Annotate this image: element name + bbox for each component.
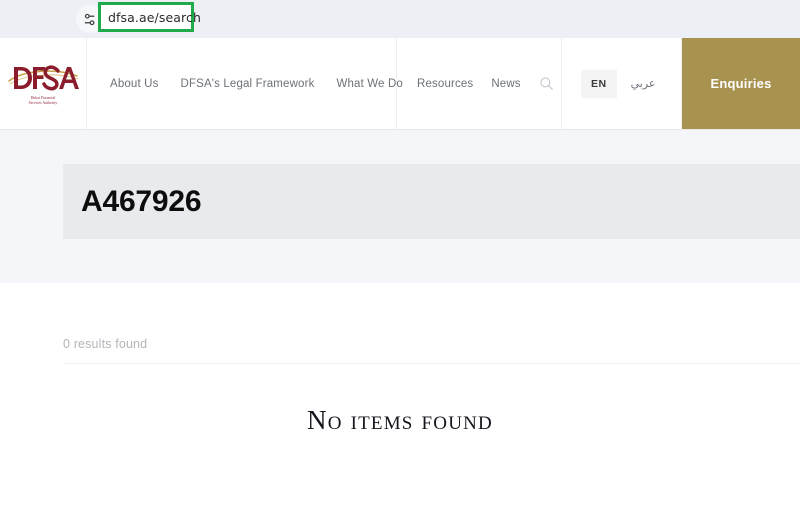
enquiries-button[interactable]: Enquiries — [682, 38, 800, 129]
search-query-band: A467926 — [63, 164, 800, 239]
language-switcher: EN عربي — [562, 38, 682, 129]
browser-url-bar: dfsa.ae/search — [0, 0, 800, 38]
dfsa-logo-icon — [6, 61, 80, 95]
nav-item-legal-framework[interactable]: DFSA's Legal Framework — [181, 78, 315, 90]
primary-navigation: About Us DFSA's Legal Framework What We … — [87, 38, 403, 129]
nav-item-what-we-do[interactable]: What We Do — [336, 78, 402, 90]
logo-subtitle-line2: Services Authority — [28, 101, 58, 105]
site-header: Dubai Financial Services Authority About… — [0, 38, 800, 130]
url-text: dfsa.ae/search — [108, 9, 201, 25]
url-input-highlight[interactable]: dfsa.ae/search — [98, 2, 201, 32]
nav-item-resources[interactable]: Resources — [417, 78, 473, 90]
enquiries-button-label: Enquiries — [710, 76, 772, 91]
language-option-en[interactable]: EN — [581, 69, 617, 98]
site-logo[interactable]: Dubai Financial Services Authority — [0, 38, 87, 129]
results-count: 0 results found — [63, 337, 148, 351]
search-results: 0 results found No items found — [0, 283, 800, 505]
language-option-ar[interactable]: عربي — [631, 77, 656, 90]
secondary-navigation: Resources News — [397, 38, 562, 129]
results-divider — [63, 363, 800, 364]
nav-item-about-us[interactable]: About Us — [110, 78, 159, 90]
empty-state-message: No items found — [307, 405, 493, 435]
logo-subtitle: Dubai Financial Services Authority — [6, 96, 80, 106]
nav-item-news[interactable]: News — [491, 78, 520, 90]
page-title: A467926 — [81, 184, 202, 218]
search-hero: A467926 — [0, 130, 800, 283]
search-icon[interactable] — [539, 76, 554, 91]
